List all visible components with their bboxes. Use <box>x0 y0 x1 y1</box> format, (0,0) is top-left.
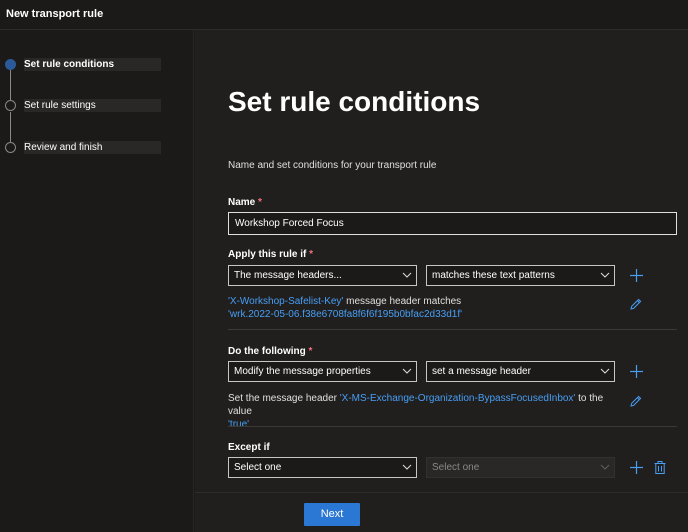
edit-icon[interactable] <box>630 395 642 407</box>
step-label: Review and finish <box>24 141 161 154</box>
except-if-label: Except if <box>228 442 270 453</box>
name-input[interactable]: Workshop Forced Focus <box>228 212 677 235</box>
wizard-footer <box>195 492 688 532</box>
step-label: Set rule settings <box>24 99 161 112</box>
chevron-down-icon <box>402 272 412 278</box>
name-label: Name * <box>228 197 262 208</box>
condition-operator-dropdown[interactable]: matches these text patterns <box>426 265 615 286</box>
exception-dropdown[interactable]: Select one <box>228 457 417 478</box>
step-connector <box>10 70 11 100</box>
dropdown-value: matches these text patterns <box>432 270 555 281</box>
header-name-link[interactable]: 'X-Workshop-Safelist-Key' <box>228 296 343 307</box>
add-condition-icon[interactable] <box>630 269 643 282</box>
chevron-down-icon <box>600 368 610 374</box>
section-divider <box>228 329 677 330</box>
apply-rule-label: Apply this rule if * <box>228 249 314 260</box>
step-label: Set rule conditions <box>24 58 161 71</box>
add-action-icon[interactable] <box>630 365 643 378</box>
step-pending-icon <box>5 100 16 111</box>
delete-icon[interactable] <box>654 461 666 474</box>
page-title: Set rule conditions <box>228 86 481 117</box>
dropdown-value: Select one <box>432 462 480 473</box>
step-current-icon <box>5 59 16 70</box>
step-set-rule-conditions[interactable]: Set rule conditions <box>4 58 161 72</box>
chevron-down-icon <box>600 272 610 278</box>
dropdown-value: Select one <box>234 462 282 473</box>
title-bar: New transport rule <box>0 0 688 30</box>
action-dropdown[interactable]: Modify the message properties <box>228 361 417 382</box>
header-name-link[interactable]: 'X-MS-Exchange-Organization-BypassFocuse… <box>340 393 576 404</box>
step-connector <box>10 112 11 142</box>
page-subtitle: Name and set conditions for your transpo… <box>228 160 437 171</box>
next-button[interactable]: Next <box>304 503 360 526</box>
dropdown-value: set a message header <box>432 366 531 377</box>
condition-dropdown[interactable]: The message headers... <box>228 265 417 286</box>
header-value-link[interactable]: 'true' <box>228 419 249 430</box>
step-review-and-finish[interactable]: Review and finish <box>4 141 161 155</box>
action-property-dropdown[interactable]: set a message header <box>426 361 615 382</box>
step-pending-icon <box>5 142 16 153</box>
chevron-down-icon <box>402 368 412 374</box>
dropdown-value: Modify the message properties <box>234 366 371 377</box>
add-exception-icon[interactable] <box>630 461 643 474</box>
step-set-rule-settings[interactable]: Set rule settings <box>4 99 161 113</box>
exception-operator-dropdown: Select one <box>426 457 615 478</box>
required-marker: * <box>308 346 313 357</box>
required-marker: * <box>258 197 262 208</box>
window-title: New transport rule <box>6 8 104 20</box>
chevron-down-icon <box>402 464 412 470</box>
required-marker: * <box>309 249 314 260</box>
do-following-label: Do the following * <box>228 346 313 357</box>
section-divider <box>228 426 677 427</box>
condition-description: 'X-Workshop-Safelist-Key' message header… <box>228 296 463 320</box>
sidebar-footer <box>0 492 194 532</box>
edit-icon[interactable] <box>630 298 642 310</box>
pattern-link[interactable]: 'wrk.2022-05-06.f38e6708fa8f6f6f195b0bfa… <box>228 309 462 320</box>
dropdown-value: The message headers... <box>234 270 342 281</box>
chevron-down-icon <box>600 464 610 470</box>
